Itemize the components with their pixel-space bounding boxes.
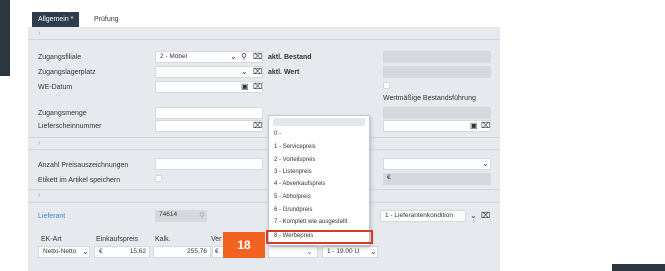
calendar-icon[interactable]: ▣: [470, 121, 478, 131]
aktl-bestand-label: aktl. Bestand: [268, 54, 312, 61]
einkaufspreis-input[interactable]: € 15,62: [94, 246, 150, 258]
clear-icon[interactable]: ⌧: [253, 121, 262, 131]
section-divider: [28, 202, 500, 203]
zugangsfiliale-value: 2 - Möbel: [160, 53, 188, 60]
preisart-dropdown: 0 - 1 - Servicepreis 2 - Vorteilspreis 3…: [268, 115, 370, 246]
dropdown-option[interactable]: 3 - Listenpreis: [274, 169, 312, 175]
section-collapse-icon[interactable]: ›: [38, 30, 40, 37]
zugangsmenge-label: Zugangsmenge: [38, 110, 87, 117]
einkaufspreis-value: 15,62: [129, 248, 146, 255]
calendar-icon[interactable]: ▣: [241, 82, 249, 92]
select-field[interactable]: [383, 158, 491, 170]
readonly-field: [383, 107, 491, 119]
ek-art-label: EK-Art: [41, 236, 62, 243]
tab-allgemein[interactable]: Allgemein *: [32, 12, 80, 28]
dropdown-option[interactable]: 1 - Servicepreis: [274, 144, 316, 150]
aktl-bestand-value: [383, 51, 491, 63]
left-sidebar-edge: [0, 0, 10, 76]
dropdown-option[interactable]: 6 - Grundpreis: [274, 207, 312, 213]
section-collapse-icon[interactable]: ›: [38, 140, 40, 147]
lieferscheinnummer-input[interactable]: [155, 120, 263, 132]
zugangsfiliale-label: Zugangsfiliale: [38, 54, 82, 61]
ver-label: Ver: [211, 236, 222, 243]
clear-icon[interactable]: ⌧: [253, 52, 262, 62]
chevron-down-icon[interactable]: ⌄: [482, 159, 489, 169]
lieferant-value: 74614: [159, 211, 178, 218]
aktl-wert-value: [383, 66, 491, 78]
etikett-label: Etikett im Artikel speichern: [38, 177, 121, 184]
dropdown-filter[interactable]: [273, 118, 365, 126]
chevron-down-icon[interactable]: ⌄: [230, 52, 237, 62]
clear-icon[interactable]: ⌧: [253, 82, 262, 92]
dropdown-option[interactable]: 4 - Abverkaufspreis: [274, 181, 325, 187]
section-divider: [28, 189, 500, 190]
aktl-wert-label: aktl. Wert: [268, 69, 300, 76]
einkaufspreis-currency: €: [99, 248, 103, 255]
lieferantenkondition-value: 1 - Lieferantenkondition: [385, 212, 453, 219]
chevron-down-icon[interactable]: ⌄: [241, 67, 248, 77]
clear-icon[interactable]: ⌧: [481, 211, 490, 221]
clear-icon[interactable]: ⌧: [481, 121, 490, 131]
chevron-down-icon[interactable]: ⌄: [306, 247, 313, 257]
dropdown-option[interactable]: 0 -: [274, 131, 281, 137]
lieferant-link[interactable]: Lieferant: [38, 212, 65, 221]
ver-currency: €: [215, 248, 219, 255]
sidebar-notch: [10, 0, 17, 64]
wertmaessige-checkbox[interactable]: [383, 82, 390, 89]
tab-pruefung[interactable]: Prüfung: [88, 12, 125, 28]
dropdown-option[interactable]: 7 - Komplett wie ausgestellt: [274, 219, 347, 225]
ek-art-value: Netto-Netto: [43, 248, 77, 255]
einkaufspreis-label: Einkaufspreis: [96, 236, 139, 243]
dropdown-option[interactable]: 5 - Abholpreis: [274, 194, 311, 200]
lieferscheinnummer-label: Lieferscheinnummer: [38, 123, 102, 130]
section-collapse-icon[interactable]: ›: [38, 192, 40, 199]
section-divider: [28, 39, 500, 40]
lieferantenkondition-select[interactable]: 1 - Lieferantenkondition: [380, 210, 466, 222]
highlight-box: [266, 230, 373, 244]
chevron-down-icon[interactable]: ⌄: [470, 211, 477, 221]
zugangslagerplatz-label: Zugangslagerplatz: [38, 69, 96, 76]
clear-icon[interactable]: ⌧: [253, 67, 262, 77]
zugangsmenge-input[interactable]: [155, 107, 263, 119]
section-divider: [28, 149, 500, 150]
tax-value: 1 - 19.00 U: [327, 248, 360, 255]
section-divider: [28, 137, 500, 138]
currency-field: €: [383, 173, 491, 185]
we-datum-label: WE-Datum: [38, 84, 73, 91]
chevron-down-icon[interactable]: ⌄: [82, 247, 89, 257]
wertmaessige-label: Wertmäßige Bestandsführung: [383, 95, 476, 102]
bottom-panel-edge: [612, 264, 665, 271]
chevron-down-icon[interactable]: ⌄: [370, 247, 377, 257]
step-badge: 18: [223, 232, 265, 258]
kalk-input[interactable]: 255,76: [153, 246, 211, 258]
dropdown-option[interactable]: 2 - Vorteilspreis: [274, 157, 315, 163]
anzahl-label: Anzahl Preisauszeichnungen: [38, 162, 129, 169]
kalk-label: Kalk.: [155, 236, 171, 243]
etikett-checkbox[interactable]: [155, 175, 162, 182]
search-icon[interactable]: ⚲: [241, 52, 247, 62]
anzahl-input[interactable]: [155, 158, 263, 170]
kalk-value: 255,76: [187, 248, 207, 255]
search-icon[interactable]: ⚲: [199, 211, 205, 221]
currency-symbol: €: [387, 174, 391, 181]
